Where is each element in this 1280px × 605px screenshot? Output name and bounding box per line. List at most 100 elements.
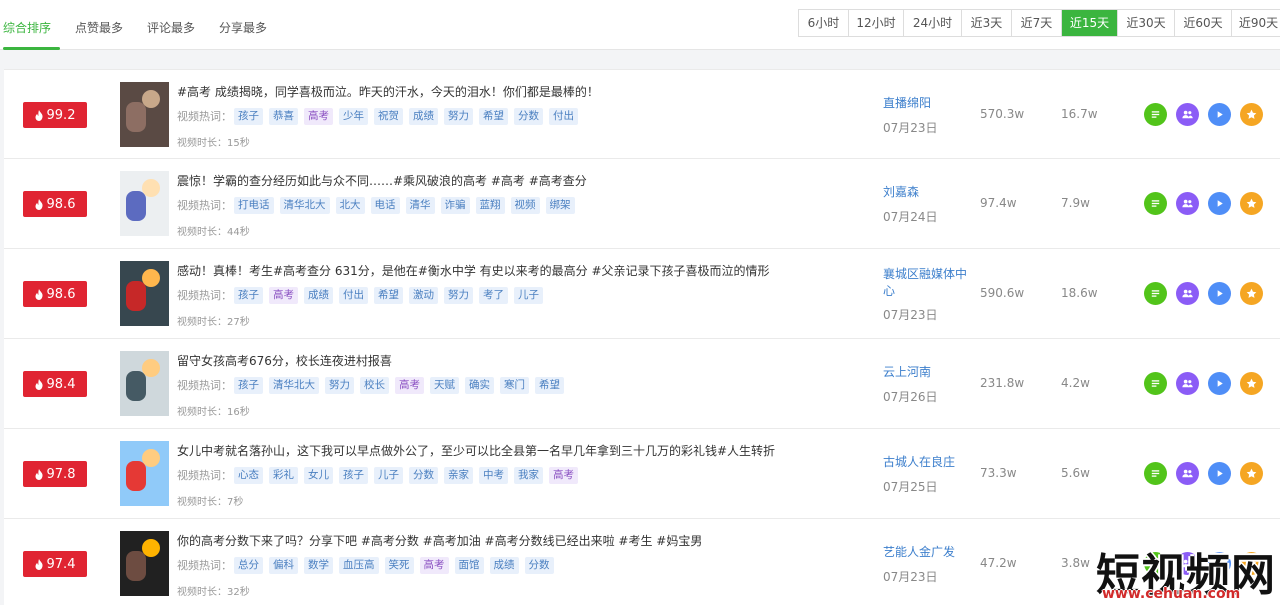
fans-button[interactable] bbox=[1176, 103, 1199, 126]
author-link[interactable]: 直播绵阳 bbox=[883, 95, 973, 112]
author-link[interactable]: 艺能人金广发 bbox=[883, 544, 973, 561]
hot-word-tag[interactable]: 恭喜 bbox=[269, 107, 298, 125]
detail-button[interactable] bbox=[1144, 103, 1167, 126]
hot-word-tag[interactable]: 考了 bbox=[479, 286, 508, 304]
fans-button[interactable] bbox=[1176, 372, 1199, 395]
fans-button[interactable] bbox=[1176, 462, 1199, 485]
hot-word-tag[interactable]: 儿子 bbox=[374, 466, 403, 484]
time-tab-4[interactable]: 近7天 bbox=[1012, 10, 1062, 36]
play-button[interactable] bbox=[1208, 462, 1231, 485]
hot-word-tag[interactable]: 孩子 bbox=[339, 466, 368, 484]
hot-word-tag[interactable]: 数学 bbox=[304, 556, 333, 574]
sort-tab-0[interactable]: 综合排序 bbox=[0, 0, 63, 50]
author-link[interactable]: 刘嘉森 bbox=[883, 184, 973, 201]
video-title[interactable]: 感动！真棒！考生#高考查分 631分，是他在#衡水中学 有史以来考的最高分 #父… bbox=[177, 262, 770, 279]
hot-word-tag[interactable]: 付出 bbox=[549, 107, 578, 125]
hot-word-tag[interactable]: 激动 bbox=[409, 286, 438, 304]
hot-word-tag[interactable]: 诈骗 bbox=[440, 196, 470, 214]
hot-word-tag[interactable]: 寒门 bbox=[500, 376, 529, 394]
sort-tab-2[interactable]: 评论最多 bbox=[135, 0, 207, 50]
hot-word-tag[interactable]: 清华北大 bbox=[279, 196, 330, 214]
hot-word-tag[interactable]: 分数 bbox=[524, 556, 554, 574]
video-thumbnail[interactable] bbox=[120, 441, 169, 506]
hot-word-tag[interactable]: 中考 bbox=[479, 466, 508, 484]
play-button[interactable] bbox=[1208, 103, 1231, 126]
hot-word-tag[interactable]: 清华 bbox=[405, 196, 435, 214]
video-thumbnail[interactable] bbox=[120, 351, 169, 416]
favorite-button[interactable] bbox=[1240, 192, 1263, 215]
time-tab-5[interactable]: 近15天 bbox=[1062, 10, 1118, 36]
hot-word-tag[interactable]: 面馆 bbox=[454, 556, 484, 574]
hot-word-tag[interactable]: 高考 bbox=[304, 107, 333, 125]
hot-word-tag[interactable]: 视频 bbox=[510, 196, 540, 214]
hot-word-tag[interactable]: 女儿 bbox=[304, 466, 333, 484]
video-thumbnail[interactable] bbox=[120, 261, 169, 326]
hot-word-tag[interactable]: 努力 bbox=[325, 376, 354, 394]
hot-word-tag[interactable]: 成绩 bbox=[489, 556, 519, 574]
hot-word-tag[interactable]: 孩子 bbox=[234, 107, 263, 125]
time-tab-2[interactable]: 24小时 bbox=[904, 10, 962, 36]
favorite-button[interactable] bbox=[1240, 372, 1263, 395]
hot-word-tag[interactable]: 天赋 bbox=[430, 376, 459, 394]
hot-word-tag[interactable]: 清华北大 bbox=[269, 376, 319, 394]
hot-word-tag[interactable]: 我家 bbox=[514, 466, 543, 484]
video-title[interactable]: 你的高考分数下来了吗？分享下吧 #高考分数 #高考加油 #高考分数线已经出来啦 … bbox=[177, 532, 702, 549]
hot-word-tag[interactable]: 孩子 bbox=[234, 286, 263, 304]
hot-word-tag[interactable]: 付出 bbox=[339, 286, 368, 304]
favorite-button[interactable] bbox=[1240, 103, 1263, 126]
hot-word-tag[interactable]: 孩子 bbox=[234, 376, 263, 394]
hot-word-tag[interactable]: 总分 bbox=[234, 556, 263, 574]
detail-button[interactable] bbox=[1144, 372, 1167, 395]
hot-word-tag[interactable]: 电话 bbox=[370, 196, 400, 214]
hot-word-tag[interactable]: 偏科 bbox=[269, 556, 298, 574]
detail-button[interactable] bbox=[1144, 282, 1167, 305]
time-tab-6[interactable]: 近30天 bbox=[1118, 10, 1175, 36]
video-thumbnail[interactable] bbox=[120, 531, 169, 596]
video-thumbnail[interactable] bbox=[120, 82, 169, 147]
hot-word-tag[interactable]: 希望 bbox=[535, 376, 564, 394]
fans-button[interactable] bbox=[1176, 282, 1199, 305]
video-title[interactable]: 留守女孩高考676分，校长连夜进村报喜 bbox=[177, 352, 392, 369]
hot-word-tag[interactable]: 高考 bbox=[269, 286, 298, 304]
favorite-button[interactable] bbox=[1240, 462, 1263, 485]
hot-word-tag[interactable]: 成绩 bbox=[409, 107, 438, 125]
play-button[interactable] bbox=[1208, 372, 1231, 395]
author-link[interactable]: 云上河南 bbox=[883, 364, 973, 381]
hot-word-tag[interactable]: 高考 bbox=[549, 466, 578, 484]
hot-word-tag[interactable]: 少年 bbox=[339, 107, 368, 125]
hot-word-tag[interactable]: 蓝翔 bbox=[475, 196, 505, 214]
fans-button[interactable] bbox=[1176, 192, 1199, 215]
hot-word-tag[interactable]: 笑死 bbox=[384, 556, 414, 574]
hot-word-tag[interactable]: 高考 bbox=[419, 556, 449, 574]
detail-button[interactable] bbox=[1144, 192, 1167, 215]
detail-button[interactable] bbox=[1144, 462, 1167, 485]
play-button[interactable] bbox=[1208, 192, 1231, 215]
hot-word-tag[interactable]: 分数 bbox=[514, 107, 543, 125]
hot-word-tag[interactable]: 亲家 bbox=[444, 466, 473, 484]
time-tab-1[interactable]: 12小时 bbox=[849, 10, 904, 36]
time-tab-8[interactable]: 近90天 bbox=[1232, 10, 1280, 36]
hot-word-tag[interactable]: 努力 bbox=[444, 107, 473, 125]
hot-word-tag[interactable]: 成绩 bbox=[304, 286, 333, 304]
favorite-button[interactable] bbox=[1240, 282, 1263, 305]
time-tab-7[interactable]: 近60天 bbox=[1175, 10, 1232, 36]
hot-word-tag[interactable]: 分数 bbox=[409, 466, 438, 484]
author-link[interactable]: 古城人在良庄 bbox=[883, 454, 973, 471]
hot-word-tag[interactable]: 心态 bbox=[234, 466, 263, 484]
video-thumbnail[interactable] bbox=[120, 171, 169, 236]
video-title[interactable]: 女儿中考就名落孙山，这下我可以早点做外公了，至少可以比全县第一名早几年拿到三十几… bbox=[177, 442, 775, 459]
sort-tab-3[interactable]: 分享最多 bbox=[207, 0, 279, 50]
hot-word-tag[interactable]: 绑架 bbox=[545, 196, 575, 214]
sort-tab-1[interactable]: 点赞最多 bbox=[63, 0, 135, 50]
hot-word-tag[interactable]: 希望 bbox=[374, 286, 403, 304]
video-title[interactable]: 震惊！学霸的查分经历如此与众不同……#乘风破浪的高考 #高考 #高考查分 bbox=[177, 172, 587, 189]
author-link[interactable]: 襄城区融媒体中心 bbox=[883, 266, 973, 300]
time-tab-3[interactable]: 近3天 bbox=[962, 10, 1012, 36]
video-title[interactable]: #高考 成绩揭晓，同学喜极而泣。昨天的汗水，今天的泪水！你们都是最棒的！ bbox=[177, 83, 599, 100]
hot-word-tag[interactable]: 彩礼 bbox=[269, 466, 298, 484]
hot-word-tag[interactable]: 北大 bbox=[335, 196, 365, 214]
hot-word-tag[interactable]: 校长 bbox=[360, 376, 389, 394]
hot-word-tag[interactable]: 高考 bbox=[395, 376, 424, 394]
time-tab-0[interactable]: 6小时 bbox=[799, 10, 849, 36]
hot-word-tag[interactable]: 祝贺 bbox=[374, 107, 403, 125]
